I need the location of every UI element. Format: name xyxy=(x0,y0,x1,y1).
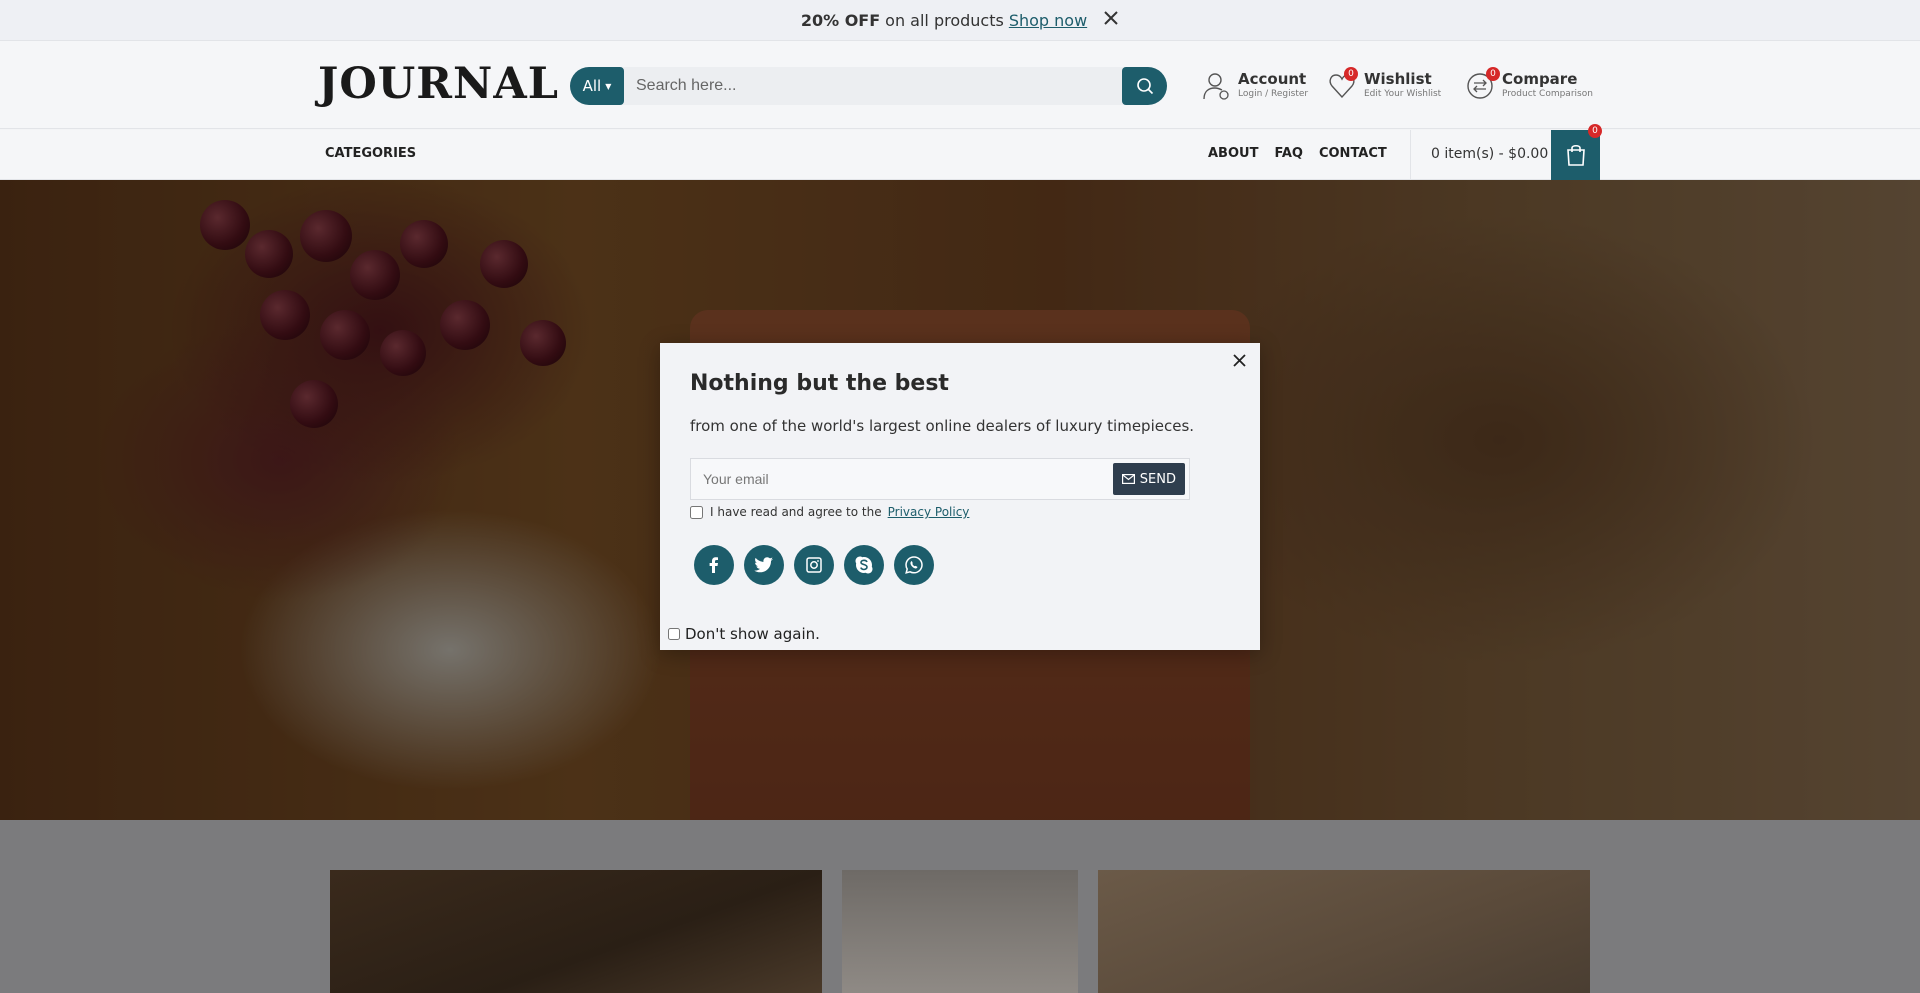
compare-count-badge: 0 xyxy=(1486,67,1500,81)
promo-text: on all products xyxy=(885,10,1004,30)
privacy-agree: I have read and agree to the Privacy Pol… xyxy=(690,505,969,519)
search-category-select[interactable]: All ▼ xyxy=(570,67,624,105)
product-tile[interactable] xyxy=(842,870,1078,993)
whatsapp-icon[interactable] xyxy=(894,545,934,585)
nav-link-about[interactable]: ABOUT xyxy=(1208,146,1258,161)
skype-icon[interactable] xyxy=(844,545,884,585)
facebook-icon[interactable] xyxy=(694,545,734,585)
search-bar: All ▼ xyxy=(570,67,1167,105)
product-strip xyxy=(0,820,1920,993)
email-field[interactable] xyxy=(691,459,1113,499)
search-button[interactable] xyxy=(1122,67,1167,105)
newsletter-form: SEND xyxy=(690,458,1190,500)
nav-link-faq[interactable]: FAQ xyxy=(1274,146,1303,161)
heart-icon: 0 xyxy=(1328,67,1358,101)
send-button[interactable]: SEND xyxy=(1112,463,1185,495)
search-icon xyxy=(1136,78,1153,95)
account-link[interactable]: Account Login / Register xyxy=(1202,71,1308,101)
agree-text: I have read and agree to the xyxy=(710,505,882,519)
privacy-checkbox[interactable] xyxy=(690,505,703,519)
compare-icon: 0 xyxy=(1466,67,1500,101)
main-nav: CATEGORIES ABOUT FAQ CONTACT 0 item(s) -… xyxy=(0,124,1920,180)
nav-link-contact[interactable]: CONTACT xyxy=(1319,146,1387,161)
search-input[interactable] xyxy=(624,67,1122,105)
promo-discount: 20% OFF xyxy=(800,10,881,30)
compare-sub: Product Comparison xyxy=(1502,89,1593,99)
dont-show-again: Don't show again. xyxy=(668,625,820,643)
account-sub: Login / Register xyxy=(1238,89,1309,99)
twitter-icon[interactable] xyxy=(744,545,784,585)
categories-menu[interactable]: CATEGORIES xyxy=(325,146,416,161)
wishlist-sub: Edit Your Wishlist xyxy=(1364,89,1442,99)
account-title: Account xyxy=(1238,70,1307,88)
social-links xyxy=(694,545,934,585)
newsletter-popup: Nothing but the best from one of the wor… xyxy=(660,343,1260,650)
cart-summary[interactable]: 0 item(s) - $0.00 xyxy=(1431,146,1548,162)
site-logo[interactable]: JOURNAL xyxy=(318,59,559,109)
product-tile[interactable] xyxy=(1098,870,1590,993)
dont-show-label: Don't show again. xyxy=(685,625,820,643)
wishlist-link[interactable]: 0 Wishlist Edit Your Wishlist xyxy=(1328,67,1442,101)
send-label: SEND xyxy=(1139,471,1176,487)
wishlist-title: Wishlist xyxy=(1364,70,1432,88)
product-tile[interactable] xyxy=(330,870,822,993)
compare-link[interactable]: 0 Compare Product Comparison xyxy=(1466,67,1593,101)
instagram-icon[interactable] xyxy=(794,545,834,585)
user-icon xyxy=(1202,71,1232,101)
nav-divider xyxy=(1410,130,1411,180)
promo-bar: 20% OFF on all products Shop now xyxy=(0,0,1920,40)
shop-now-link[interactable]: Shop now xyxy=(1009,11,1087,30)
shopping-bag-icon xyxy=(1566,144,1585,166)
cart-count-badge: 0 xyxy=(1588,124,1602,138)
dont-show-checkbox[interactable] xyxy=(668,628,680,640)
wishlist-count-badge: 0 xyxy=(1344,67,1358,81)
search-category-label: All xyxy=(582,77,602,95)
close-popup-icon[interactable] xyxy=(1233,353,1246,371)
caret-down-icon: ▼ xyxy=(605,81,612,91)
popup-title: Nothing but the best xyxy=(690,371,949,396)
envelope-icon xyxy=(1121,474,1135,484)
close-promo-icon[interactable] xyxy=(1103,9,1119,31)
privacy-policy-link[interactable]: Privacy Policy xyxy=(888,505,970,519)
nav-links: ABOUT FAQ CONTACT xyxy=(1208,146,1387,161)
popup-subtitle: from one of the world's largest online d… xyxy=(690,417,1195,435)
compare-title: Compare xyxy=(1502,70,1578,88)
site-header: JOURNAL All ▼ Account Login / Register 0… xyxy=(0,40,1920,129)
